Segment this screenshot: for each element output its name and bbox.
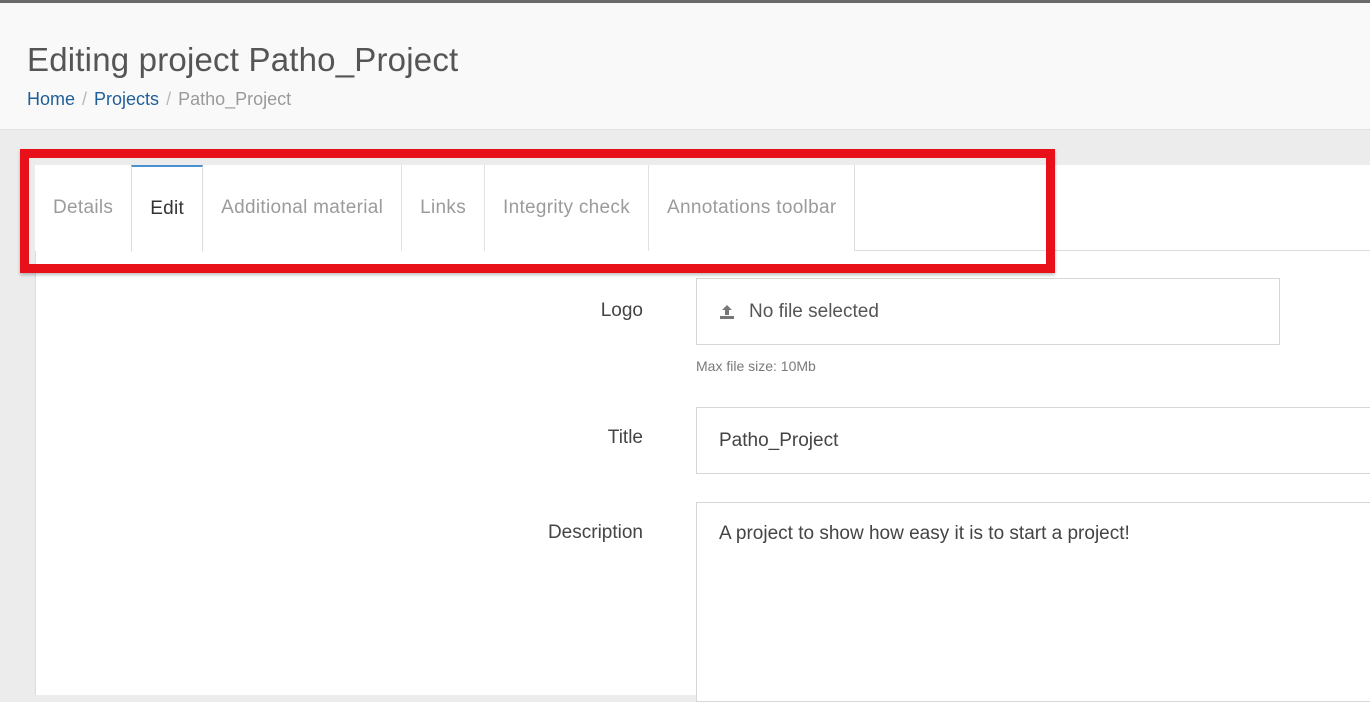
description-row: Description A project to show how easy i… [35,502,1370,702]
tab-bar: Details Edit Additional material Links I… [35,165,856,252]
logo-file-status: No file selected [749,300,879,322]
logo-help-text: Max file size: 10Mb [696,358,816,374]
tab-additional-material[interactable]: Additional material [203,165,401,251]
breadcrumb-home-link[interactable]: Home [27,89,75,109]
logo-row: Logo No file selected Max file size: 10M… [35,278,1370,378]
upload-icon [719,304,735,320]
logo-file-input[interactable]: No file selected [696,278,1280,345]
description-label: Description [547,522,643,543]
tab-links[interactable]: Links [401,165,484,251]
breadcrumb-current: Patho_Project [178,89,292,109]
title-label: Title [607,427,643,448]
title-row: Title Patho_Project [35,407,1370,477]
breadcrumb-projects-link[interactable]: Projects [94,89,159,109]
tab-integrity-check[interactable]: Integrity check [484,165,648,251]
breadcrumb-separator: / [82,89,88,109]
tab-edit[interactable]: Edit [131,165,204,252]
tab-annotations-toolbar[interactable]: Annotations toolbar [648,165,854,251]
breadcrumb-separator: / [166,89,172,109]
page-title: Editing project Patho_Project [27,41,459,78]
description-textarea[interactable]: A project to show how easy it is to star… [696,502,1370,702]
page-header: Editing project Patho_Project Home / Proje… [0,3,1370,130]
breadcrumb: Home / Projects / Patho_Project [27,89,291,110]
title-input[interactable]: Patho_Project [696,407,1370,474]
tab-details[interactable]: Details [35,165,131,251]
logo-label: Logo [600,300,643,321]
